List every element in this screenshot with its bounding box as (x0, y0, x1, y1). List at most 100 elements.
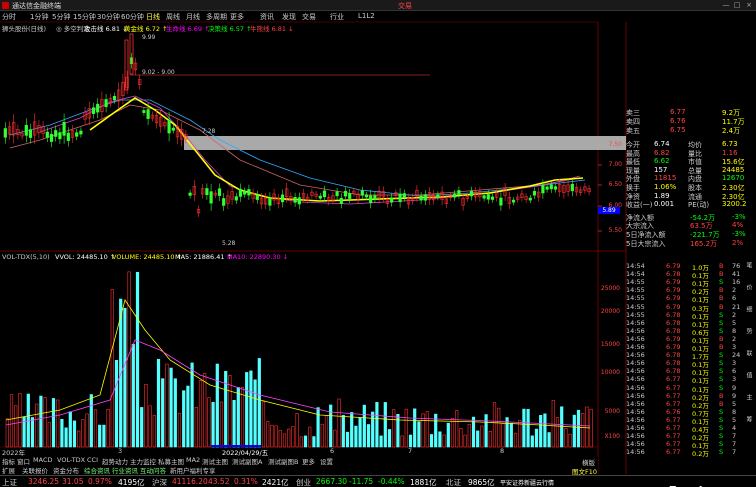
volume-bar (350, 412, 354, 448)
candle-body (96, 103, 100, 113)
ask-volume: 2.4万 (722, 127, 741, 135)
vol-legend-item-1: VVOL: 24485.10 ↑ (55, 253, 116, 261)
candle-body (528, 197, 532, 201)
side-tab-1[interactable]: 价 (744, 284, 753, 290)
side-tabs: 笔价细势联值主筹 (744, 262, 756, 462)
tick-row: 14:55 6.78 0.1万 S 2 (626, 310, 756, 321)
quote-value-a: 157 (654, 165, 668, 174)
candle-body (217, 188, 222, 196)
bottom-tab-4[interactable]: 行业资讯 (112, 465, 138, 475)
volume-bar (278, 430, 282, 448)
quote-value-b: 1.16 (722, 148, 738, 157)
ask-price: 6.76 (670, 117, 686, 125)
tick-count: 2 (732, 334, 737, 343)
volume-bar (203, 372, 207, 448)
tick-time: 14:56 (626, 334, 645, 343)
volume-bar (329, 404, 333, 448)
bottom-tab-3[interactable]: 综合资讯 (84, 465, 110, 475)
indicator-tab-3[interactable]: VOL-TDX (57, 456, 85, 464)
indicator-tab-2[interactable]: MACD (33, 456, 52, 464)
vol-ma5-line (5, 299, 591, 429)
volume-bar (165, 363, 169, 448)
candle-body (390, 197, 394, 203)
candle-body (112, 95, 117, 101)
volume-bar (9, 394, 14, 448)
tick-side: S (719, 440, 724, 449)
candle-body (171, 127, 175, 131)
status-item-5: 沪深 (152, 478, 167, 487)
tick-side: B (719, 286, 724, 295)
candle-body (45, 131, 49, 138)
bottom-tab-0[interactable]: 扩展 (2, 465, 15, 475)
volume-bar (303, 435, 308, 448)
volume-bar (337, 398, 341, 448)
candle-body (486, 194, 490, 200)
side-tab-6[interactable]: 主 (744, 394, 753, 400)
volume-bar (207, 397, 211, 448)
candle-body (339, 197, 343, 204)
tick-row: 14:56 6.78 1.7万 S 24 (626, 351, 756, 361)
tick-price: 6.77 (666, 399, 681, 408)
volume-bar (404, 408, 408, 448)
tick-row: 14:54 6.79 1.0万 B 76 (626, 262, 756, 272)
volume-bar (564, 428, 568, 448)
volume-bar (135, 271, 140, 448)
tick-side: B (719, 334, 724, 343)
tick-row: 14:56 6.79 0.1万 B 2 (626, 334, 756, 345)
tick-price: 6.76 (666, 407, 681, 416)
volume-bar (60, 419, 64, 448)
tick-count: 9 (732, 383, 737, 392)
volume-bar (140, 407, 144, 448)
bottom-tab-5[interactable]: 互动问答 (140, 465, 166, 475)
side-tab-0[interactable]: 笔 (744, 262, 753, 268)
status-item-17: 平安证券新疆云行情 (500, 480, 555, 487)
volume-bar (211, 402, 215, 448)
volume-bar (324, 415, 329, 448)
volume-bar (177, 412, 182, 448)
volume-bar (198, 380, 203, 448)
quote-label-a: 收益(一) (626, 201, 653, 210)
volume-tick-3: 10000 (600, 369, 620, 376)
indicator-tabs: 指标 窗口 MACD VOL-TDX CCI 趋势动力 主力监控 私募主图 MA2 测试主图 测试副… (0, 456, 598, 466)
volume-bar (312, 436, 316, 448)
volume-bar (455, 410, 459, 448)
ask-row: 卖五 6.75 2.4万 (626, 126, 756, 135)
tick-price: 6.77 (666, 383, 681, 392)
tick-price: 6.78 (666, 310, 681, 319)
candle-body (268, 197, 272, 206)
tick-price: 6.77 (666, 432, 681, 441)
candle-body (364, 194, 369, 198)
tick-row: 14:56 6.77 0.2万 S 7 (626, 448, 756, 458)
volume-bar (438, 431, 442, 448)
side-tab-2[interactable]: 细 (744, 306, 753, 312)
volume-bar (560, 406, 564, 448)
bottom-tab-6[interactable]: 新用户福利专享 (170, 465, 216, 475)
side-tab-3[interactable]: 势 (744, 328, 753, 334)
tick-side: S (719, 351, 724, 360)
tick-price: 6.79 (666, 278, 681, 287)
volume-bar (459, 428, 463, 448)
side-tab-7[interactable]: 筹 (744, 416, 753, 422)
volume-bar (345, 431, 350, 448)
volume-bar (257, 358, 261, 448)
tick-price: 6.78 (666, 359, 681, 368)
tick-price: 6.77 (666, 375, 681, 384)
bottom-tab-1[interactable]: 关联报价 (22, 465, 48, 475)
candle-body (222, 198, 226, 206)
candle-body (167, 120, 171, 134)
volume-bar (85, 413, 89, 448)
tick-side: S (719, 278, 724, 287)
tick-price: 6.77 (666, 415, 681, 424)
side-tab-4[interactable]: 联 (744, 350, 753, 356)
bottom-tab-2[interactable]: 资金分布 (53, 465, 79, 475)
volume-bar (114, 359, 119, 448)
candle-body (419, 195, 423, 201)
tick-count: 8 (732, 326, 737, 335)
status-item-1: 3246.25 (28, 477, 60, 486)
indicator-tab-8[interactable]: MA2 (186, 456, 200, 464)
volume-bar (240, 387, 245, 448)
layout-toggle[interactable]: 横版 (582, 457, 595, 467)
volume-bar (68, 411, 72, 448)
indicator-tab-4[interactable]: CCI (87, 456, 98, 464)
side-tab-5[interactable]: 值 (744, 372, 753, 378)
